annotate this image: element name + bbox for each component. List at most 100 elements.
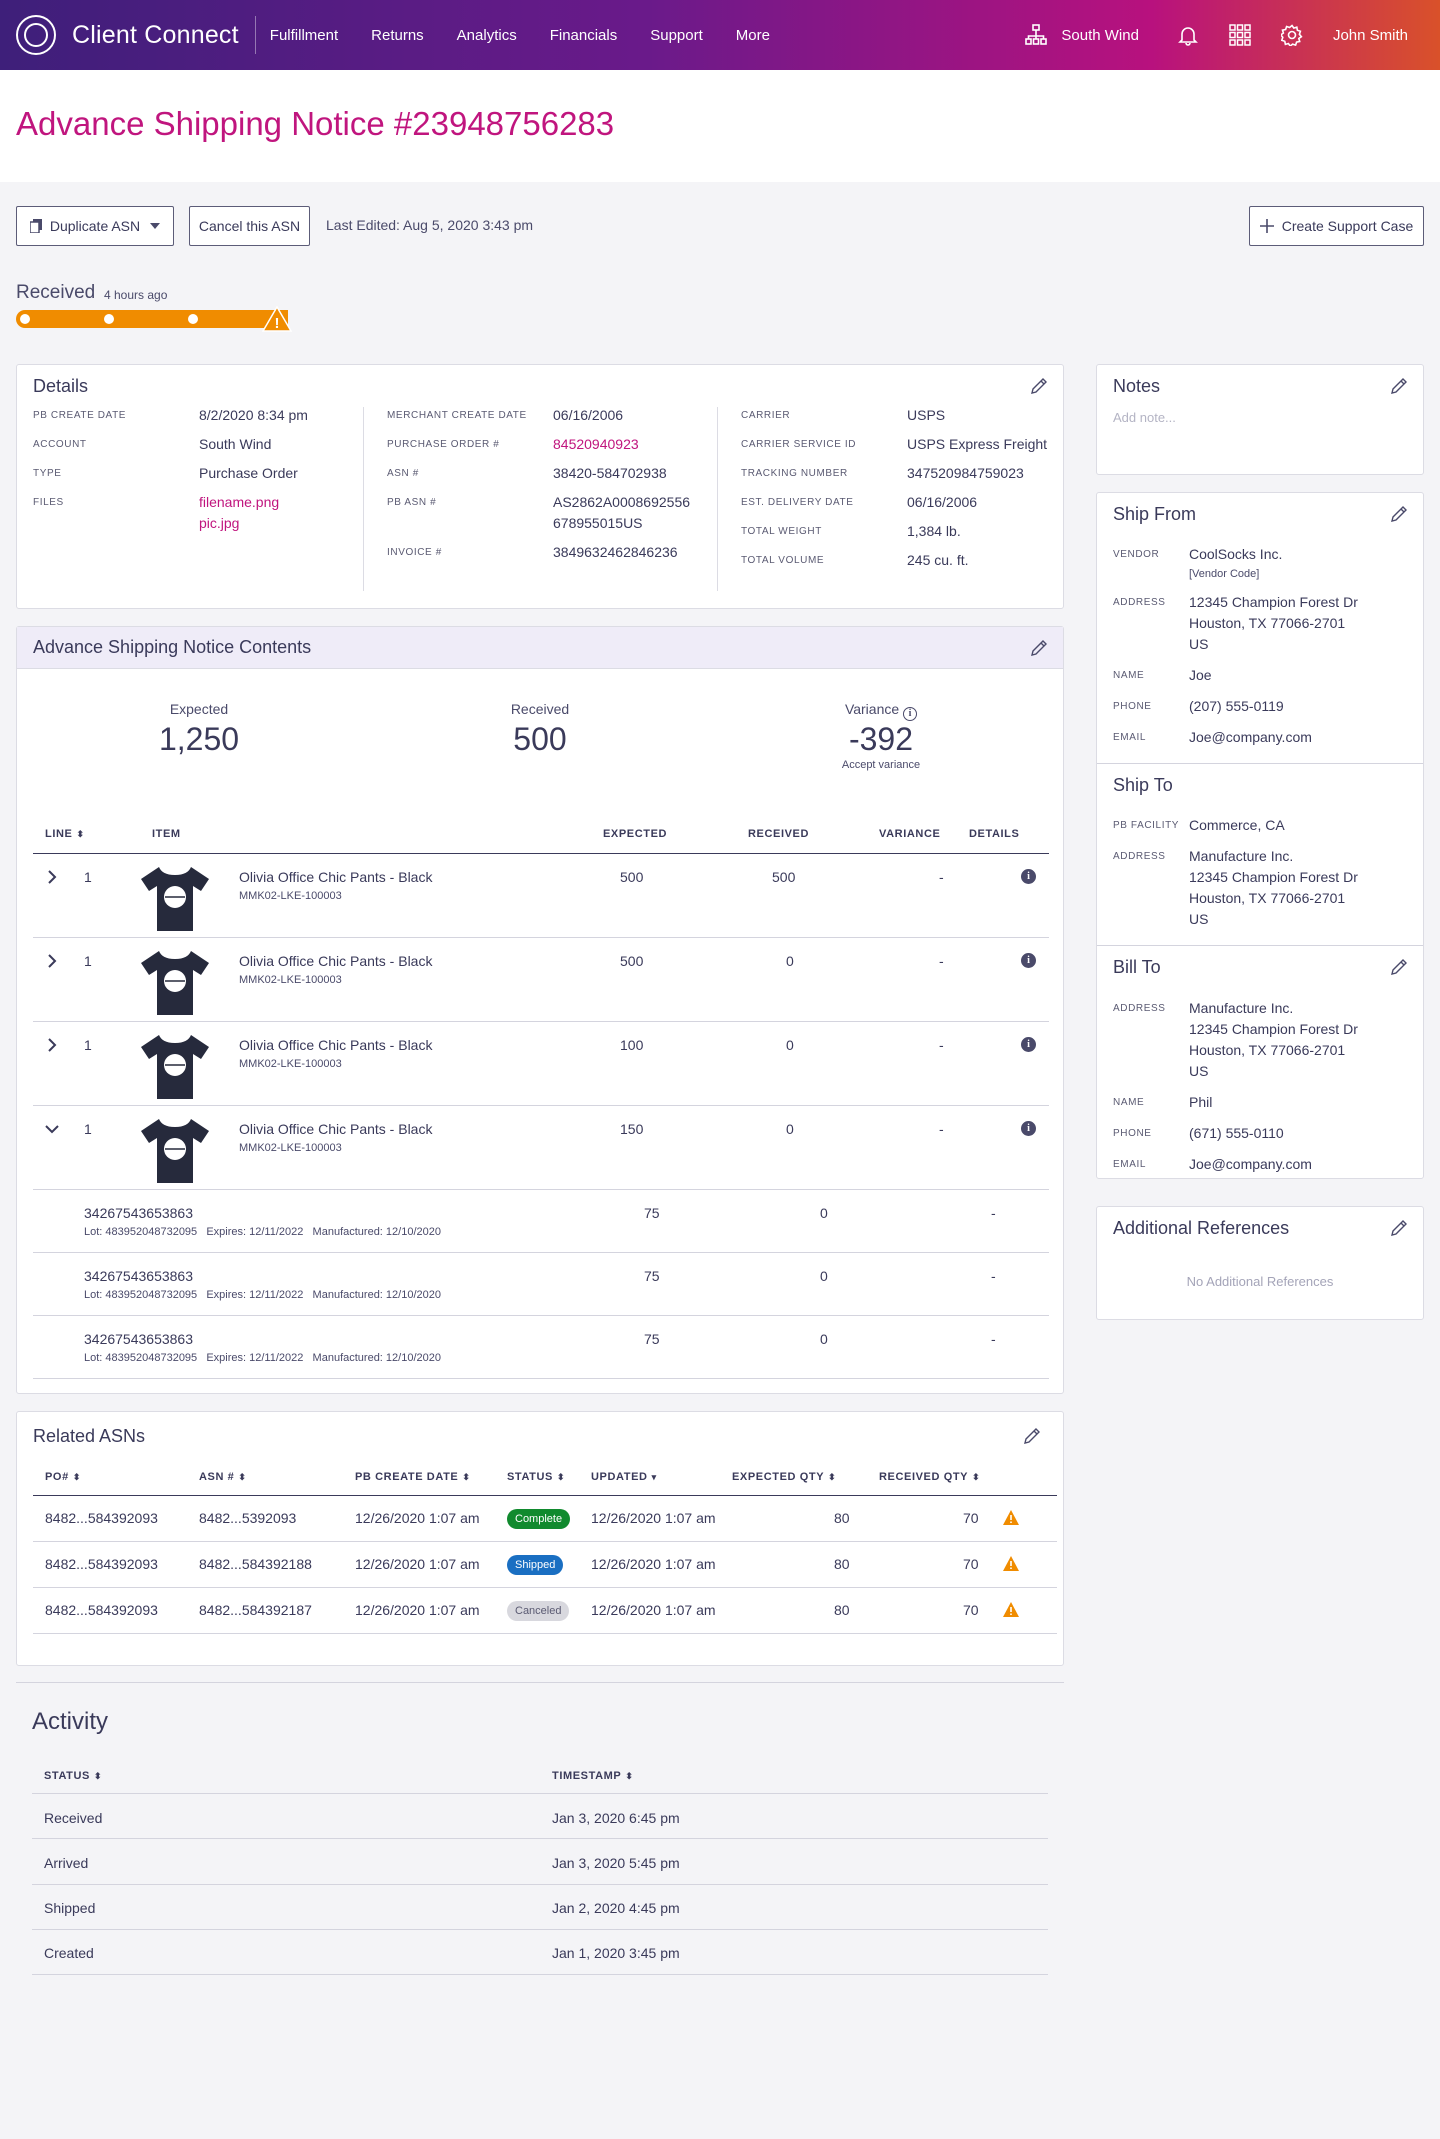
chevron-right-icon[interactable]	[47, 953, 57, 969]
lot-expected: 75	[644, 1331, 660, 1347]
row-divider	[32, 1974, 1048, 1975]
info-icon[interactable]: i	[1021, 869, 1036, 884]
bell-icon[interactable]	[1177, 24, 1199, 46]
expected-qty: 80	[834, 1602, 850, 1618]
nav-item-support[interactable]: Support	[650, 27, 703, 44]
asn-link[interactable]: 8482...5392093	[199, 1510, 296, 1526]
empty-state-text: No Additional References	[1186, 1274, 1334, 1289]
pencil-icon[interactable]	[1390, 377, 1408, 395]
received-total: 500	[513, 721, 567, 757]
pencil-icon[interactable]	[1390, 1219, 1408, 1237]
product-thumbnail	[135, 1027, 215, 1107]
chevron-down-icon[interactable]	[44, 1124, 60, 1134]
expected-qty: 80	[834, 1510, 850, 1526]
ship-to-title: Ship To	[1113, 775, 1173, 795]
nav-item-more[interactable]: More	[736, 27, 770, 44]
asn-link[interactable]: 8482...584392187	[199, 1602, 312, 1618]
info-icon[interactable]: i	[1021, 1121, 1036, 1136]
expected-label: Expected	[169, 701, 229, 717]
related-asns-title: Related ASNs	[33, 1426, 146, 1446]
nav-item-financials[interactable]: Financials	[550, 27, 618, 44]
accept-variance-link[interactable]: Accept variance	[781, 759, 981, 771]
address-line: US	[1189, 1063, 1209, 1079]
lot-received: 0	[820, 1331, 828, 1347]
warning-triangle-icon	[1003, 1556, 1019, 1571]
col-header-po[interactable]: PO# ⬍	[45, 1471, 81, 1483]
nav-item-returns[interactable]: Returns	[371, 27, 424, 44]
duplicate-asn-button[interactable]: Duplicate ASN	[16, 206, 174, 246]
field-label: Invoice #	[387, 547, 442, 558]
address-line: 12345 Champion Forest Dr	[1189, 594, 1358, 610]
col-header-variance: VARIANCE	[879, 828, 941, 840]
asn-number: 38420-584702938	[553, 465, 667, 481]
activity-status: Created	[44, 1945, 94, 1961]
lot-expected: 75	[644, 1268, 660, 1284]
address-card: Ship From Vendor CoolSocks Inc. [Vendor …	[1096, 492, 1424, 1179]
user-menu[interactable]: John Smith	[1333, 27, 1408, 44]
col-header-received-qty[interactable]: RECEIVED QTY ⬍	[879, 1471, 980, 1483]
last-edited: Last Edited: Aug 5, 2020 3:43 pm	[326, 217, 534, 233]
variance-total: -392	[848, 721, 914, 757]
asn-link[interactable]: 8482...584392188	[199, 1556, 312, 1572]
col-header-activity-status[interactable]: STATUS ⬍	[44, 1770, 102, 1782]
pb-asn-number: AS2862A0008692556	[553, 494, 691, 510]
table-header-rule	[33, 1495, 1057, 1496]
expected-qty: 80	[834, 1556, 850, 1572]
product-name-link[interactable]: Olivia Office Chic Pants - Black	[239, 1037, 432, 1053]
product-name-link[interactable]: Olivia Office Chic Pants - Black	[239, 953, 432, 969]
col-header-status[interactable]: STATUS ⬍	[507, 1471, 565, 1483]
line-number: 1	[84, 1121, 92, 1137]
pencil-icon[interactable]	[1390, 505, 1408, 523]
brand-logo[interactable]: Client Connect	[16, 15, 239, 55]
info-circle-icon[interactable]: i	[903, 707, 918, 721]
received-qty: 0	[786, 953, 794, 969]
pencil-icon[interactable]	[1390, 958, 1408, 976]
org-switcher[interactable]: South Wind	[1025, 24, 1139, 46]
col-header-timestamp[interactable]: TIMESTAMP ⬍	[552, 1770, 634, 1782]
caret-down-icon	[150, 223, 161, 229]
col-header-expected-qty[interactable]: EXPECTED QTY ⬍	[732, 1471, 836, 1483]
row-divider	[33, 937, 1049, 938]
product-thumbnail	[135, 859, 215, 939]
col-header-line[interactable]: LINE ⬍	[45, 828, 85, 840]
file-link[interactable]: pic.jpg	[199, 513, 239, 534]
col-header-created[interactable]: PB CREATE DATE ⬍	[355, 1471, 471, 1483]
created-date: 12/26/2020 1:07 am	[355, 1556, 480, 1572]
product-name-link[interactable]: Olivia Office Chic Pants - Black	[239, 1121, 432, 1137]
purchase-order-link[interactable]: 84520940923	[553, 434, 639, 455]
product-sku: MMK02-LKE-100003	[239, 974, 342, 986]
pencil-icon[interactable]	[1030, 639, 1048, 657]
file-link[interactable]: filename.png	[199, 492, 279, 513]
create-support-case-button[interactable]: Create Support Case	[1249, 206, 1424, 246]
activity-status: Received	[44, 1810, 103, 1826]
chevron-right-icon[interactable]	[47, 869, 57, 885]
est-delivery-date: 06/16/2006	[907, 494, 978, 510]
column-divider	[717, 407, 718, 591]
pencil-icon[interactable]	[1030, 377, 1048, 395]
chevron-right-icon[interactable]	[47, 1037, 57, 1053]
gear-icon[interactable]	[1280, 24, 1303, 46]
cancel-asn-button[interactable]: Cancel this ASN	[189, 206, 310, 246]
nav-item-analytics[interactable]: Analytics	[457, 27, 517, 44]
col-header-asn[interactable]: ASN # ⬍	[199, 1471, 247, 1483]
details-title: Details	[33, 376, 89, 396]
info-icon[interactable]: i	[1021, 1037, 1036, 1052]
pencil-icon[interactable]	[1023, 1427, 1041, 1445]
add-note-input[interactable]: Add note...	[1113, 407, 1176, 428]
nav-item-fulfillment[interactable]: Fulfillment	[270, 27, 338, 44]
status-badge: Canceled	[507, 1601, 570, 1621]
status-label: Received	[16, 282, 96, 303]
details-card: Details PB Create Date 8/2/2020 8:34 pm …	[16, 364, 1064, 609]
table-header-rule	[32, 1793, 1048, 1794]
product-name-link[interactable]: Olivia Office Chic Pants - Black	[239, 869, 432, 885]
col-header-updated[interactable]: UPDATED ▾	[591, 1471, 657, 1483]
expected-qty: 500	[620, 953, 644, 969]
received-qty: 70	[963, 1556, 979, 1572]
progress-step-dot	[188, 314, 198, 324]
apps-grid-icon[interactable]	[1229, 24, 1251, 46]
brand-name: Client Connect	[72, 20, 239, 49]
vendor-code: [Vendor Code]	[1189, 568, 1260, 580]
po-number: 8482...584392093	[45, 1602, 158, 1618]
section-divider	[1097, 763, 1423, 764]
info-icon[interactable]: i	[1021, 953, 1036, 968]
